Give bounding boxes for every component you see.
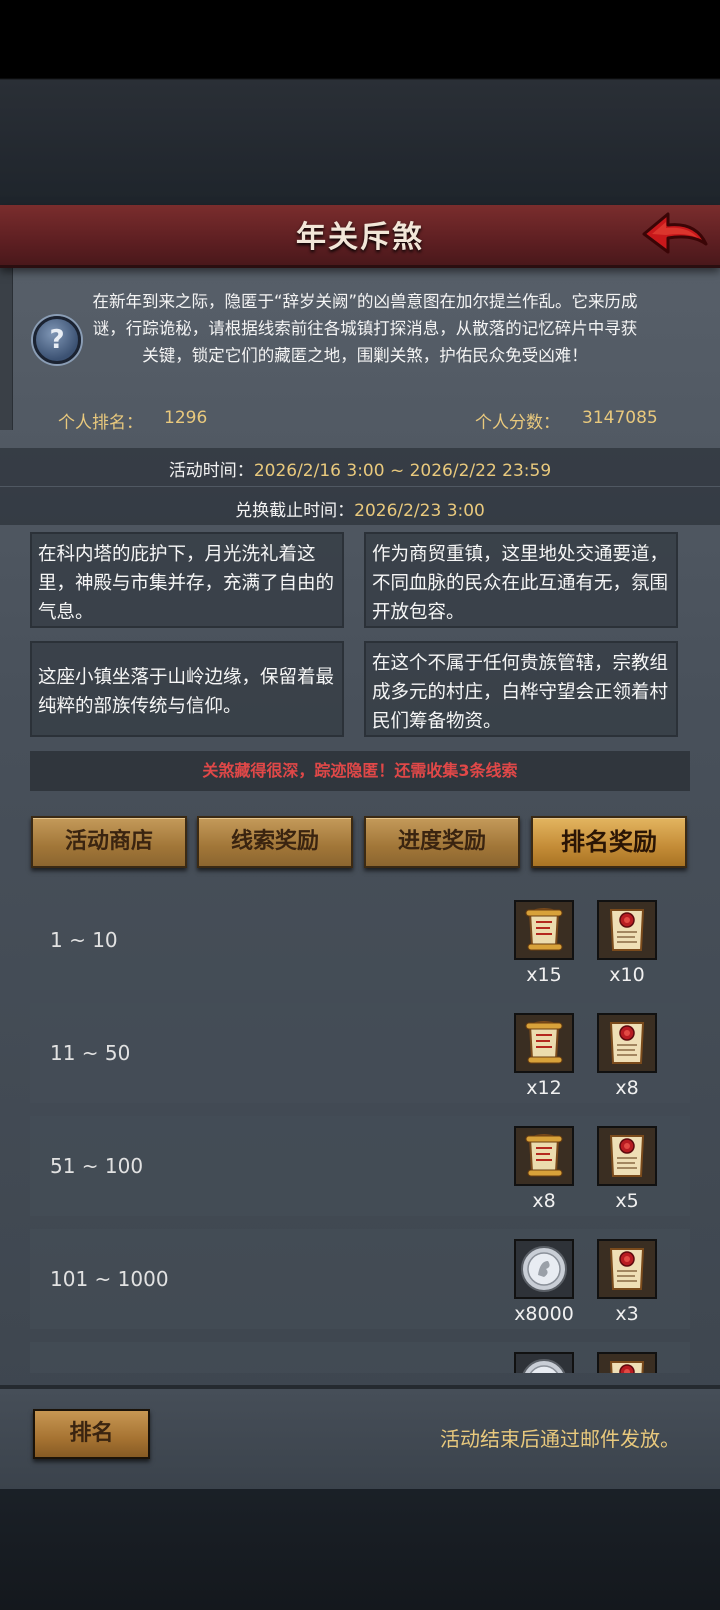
- deadline-value: 2026/2/23 3:00: [354, 501, 485, 521]
- event-time-value: 2026/2/16 3:00 ~ 2026/2/22 23:59: [253, 461, 552, 481]
- tab-progress-rewards[interactable]: 进度奖励: [364, 816, 520, 868]
- item-count: x10: [609, 964, 645, 986]
- deadline-label: 兑换截止时间：: [235, 501, 355, 521]
- score-label: 个人分数：: [475, 413, 560, 433]
- screen: 年关斥煞 ? 在新年到来之际，隐匿于“辞岁关阙”的凶兽意图在加尔提兰作乱。它来历…: [0, 0, 720, 1610]
- item-count: x3: [615, 1303, 639, 1325]
- tab-event-shop[interactable]: 活动商店: [31, 816, 187, 868]
- rank-range: 51 ~ 100: [50, 1154, 144, 1178]
- item-count: x12: [526, 1077, 562, 1099]
- scroll-seal-icon[interactable]: [597, 1013, 657, 1073]
- rank-range: 11 ~ 50: [50, 1041, 131, 1065]
- silver-coin-icon[interactable]: [514, 1239, 574, 1299]
- score-value: 3147085: [582, 408, 658, 428]
- item-count: x5: [615, 1190, 639, 1212]
- footer-note: 活动结束后通过邮件发放。: [440, 1427, 680, 1451]
- event-intro: 在新年到来之际，隐匿于“辞岁关阙”的凶兽意图在加尔提兰作乱。它来历成谜，行踪诡秘…: [92, 292, 638, 365]
- reward-row: 51 ~ 100 x8 x5: [30, 1116, 690, 1216]
- exchange-deadline: 兑换截止时间：2026/2/23 3:00: [0, 496, 720, 521]
- tab-clue-rewards[interactable]: 线索奖励: [197, 816, 353, 868]
- rank-range: 101 ~ 1000: [50, 1267, 169, 1291]
- clue-card[interactable]: 在科内塔的庇护下，月光洗礼着这里，神殿与市集并存，充满了自由的气息。: [30, 532, 344, 628]
- reward-row: 101 ~ 1000 x8000 x3: [30, 1229, 690, 1329]
- tab-rank-rewards[interactable]: 排名奖励: [531, 816, 687, 868]
- help-button[interactable]: ?: [33, 316, 81, 364]
- reward-row: [30, 1342, 690, 1373]
- scroll-gold-icon[interactable]: [514, 1126, 574, 1186]
- event-time: 活动时间：2026/2/16 3:00 ~ 2026/2/22 23:59: [0, 456, 720, 481]
- item-count: x15: [526, 964, 562, 986]
- scroll-seal-icon[interactable]: [597, 1126, 657, 1186]
- scroll-gold-icon[interactable]: [514, 900, 574, 960]
- ranking-button[interactable]: 排名: [33, 1409, 150, 1459]
- scroll-gold-icon[interactable]: [514, 1013, 574, 1073]
- clue-card[interactable]: 这座小镇坐落于山岭边缘，保留着最纯粹的部族传统与信仰。: [30, 641, 344, 737]
- event-time-label: 活动时间：: [168, 461, 254, 481]
- back-arrow-icon: [642, 212, 708, 254]
- silver-coin-icon[interactable]: [514, 1352, 574, 1373]
- item-count: x8: [615, 1077, 639, 1099]
- reward-row: 1 ~ 10 x15 x10: [30, 890, 690, 990]
- rank-value: 1296: [164, 408, 208, 428]
- scroll-seal-icon[interactable]: [597, 1239, 657, 1299]
- scroll-seal-icon[interactable]: [597, 900, 657, 960]
- clue-card[interactable]: 在这个不属于任何贵族管辖，宗教组成多元的村庄，白桦守望会正领着村民们筹备物资。: [364, 641, 678, 737]
- back-button[interactable]: [640, 208, 710, 260]
- clue-alert: 关煞藏得很深，踪迹隐匿！还需收集3条线索: [30, 751, 690, 791]
- rank-label: 个人排名：: [58, 413, 143, 433]
- scroll-seal-icon[interactable]: [597, 1352, 657, 1373]
- rank-reward-list[interactable]: 1 ~ 10 x15 x10 11 ~ 50 x12 x8 51 ~ 100 x8 x5 101 …: [0, 880, 720, 1373]
- item-count: x8000: [514, 1303, 574, 1325]
- question-icon: ?: [49, 325, 65, 355]
- clue-card[interactable]: 作为商贸重镇，这里地处交通要道，不同血脉的民众在此互通有无，氛围开放包容。: [364, 532, 678, 628]
- rank-range: 1 ~ 10: [50, 928, 118, 952]
- item-count: x8: [532, 1190, 556, 1212]
- reward-row: 11 ~ 50 x12 x8: [30, 1003, 690, 1103]
- page-title: 年关斥煞: [296, 220, 424, 255]
